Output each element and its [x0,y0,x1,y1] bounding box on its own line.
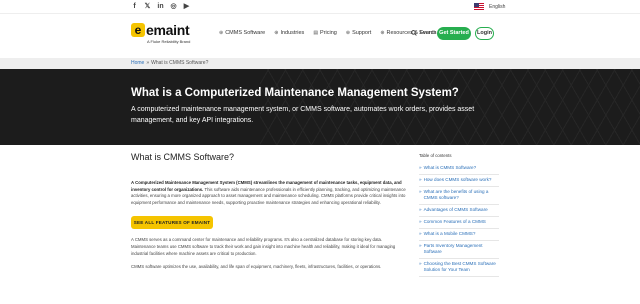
youtube-icon[interactable]: ▶ [183,3,190,11]
emaint-logo[interactable]: e emaint A Fluke Reliability Brand [131,22,190,44]
main-nav: ⊕ CMMS Software ⊕ Industries ▤ Pricing ⊕… [219,30,436,36]
intro-paragraph: A Computerized Maintenance Management Sy… [131,180,407,206]
logo-mark: e [131,23,145,37]
language-selector[interactable]: English [474,3,505,10]
twitter-x-icon[interactable]: 𝕏 [144,3,151,11]
toc-label: Choosing the Best CMMS Software Solution… [423,261,496,272]
nav-pricing[interactable]: ▤ Pricing [313,30,337,36]
nav-label: Pricing [320,30,337,36]
plus-icon: ⊕ [219,30,224,36]
paragraph: CMMS software optimizes the use, availab… [131,264,382,270]
toc-title: Table of contents [419,153,452,158]
us-flag-icon [474,3,484,10]
logo-wordmark: emaint [146,22,190,38]
double-chevron-icon: » [419,231,422,236]
login-button[interactable]: Login [475,27,494,40]
double-chevron-icon: » [419,189,422,194]
toc-link[interactable]: » How does CMMS software work? [419,175,499,187]
social-links: f 𝕏 in ◎ ▶ [131,3,190,11]
toc-link[interactable]: » Parts Inventory Management Software [419,241,499,259]
site-header: e emaint A Fluke Reliability Brand ⊕ CMM… [0,14,640,58]
toc-label: How does CMMS software work? [423,177,492,182]
article-content: What is CMMS Software? A Computerized Ma… [131,152,407,271]
search-button[interactable]: Search [411,30,436,36]
toc-label: What is a Mobile CMMS? [423,231,476,236]
double-chevron-icon: » [419,219,422,224]
plus-icon: ⊕ [345,30,351,36]
nav-cmms-software[interactable]: ⊕ CMMS Software [219,30,265,36]
nav-label: Industries [280,30,305,36]
page-title: What is a Computerized Maintenance Manag… [131,87,459,99]
nav-support[interactable]: ⊕ Support [346,30,371,36]
toc-link[interactable]: » What is a Mobile CMMS? [419,229,499,241]
toc-link[interactable]: » What are the benefits of using a CMMS … [419,187,499,205]
double-chevron-icon: » [419,261,422,266]
search-icon [411,30,417,36]
toc-label: What are the benefits of using a CMMS so… [423,189,489,200]
toc-link[interactable]: » Advantages of CMMS Software [419,205,499,217]
breadcrumb-home-link[interactable]: Home [131,60,144,66]
facebook-icon[interactable]: f [131,3,138,11]
table-of-contents: Table of contents » What is CMMS Softwar… [419,153,499,277]
linkedin-icon[interactable]: in [157,3,164,11]
double-chevron-icon: » [419,207,422,212]
toc-label: Common Features of a CMMS [423,219,486,224]
hero-description: A computerized maintenance management sy… [131,106,475,124]
breadcrumb: Home » What is CMMS Software? [131,60,208,66]
toc-label: What is CMMS Software? [423,165,477,170]
instagram-icon[interactable]: ◎ [170,3,177,11]
nav-label: Support [352,30,372,36]
toc-label: Parts Inventory Management Software [423,243,483,254]
section-title: What is CMMS Software? [131,152,235,162]
toc-link[interactable]: » Choosing the Best CMMS Software Soluti… [419,259,499,277]
search-label: Search [419,30,437,36]
toc-link[interactable]: » What is CMMS Software? [419,163,499,175]
double-chevron-icon: » [419,177,422,182]
nav-industries[interactable]: ⊕ Industries [274,30,304,36]
get-started-button[interactable]: Get Started [437,27,471,40]
logo-tagline: A Fluke Reliability Brand [147,39,191,44]
breadcrumb-separator: » [146,60,150,66]
paragraph: A CMMS serves as a command center for ma… [131,237,396,256]
breadcrumb-bar: Home » What is CMMS Software? [0,58,640,69]
breadcrumb-current: What is CMMS Software? [151,60,209,66]
pricing-icon: ▤ [313,30,319,36]
double-chevron-icon: » [419,243,422,248]
utility-bar: f 𝕏 in ◎ ▶ English [0,0,640,14]
nav-label: CMMS Software [225,30,266,36]
hero-banner: What is a Computerized Maintenance Manag… [0,69,640,145]
plus-icon: ⊕ [380,30,385,36]
see-all-features-button[interactable]: SEE ALL FEATURES OF EMAINT [131,216,213,230]
toc-link[interactable]: » Common Features of a CMMS [419,217,499,229]
language-label: English [489,3,506,10]
double-chevron-icon: » [419,165,422,170]
toc-label: Advantages of CMMS Software [423,207,488,212]
plus-icon: ⊕ [274,30,279,36]
